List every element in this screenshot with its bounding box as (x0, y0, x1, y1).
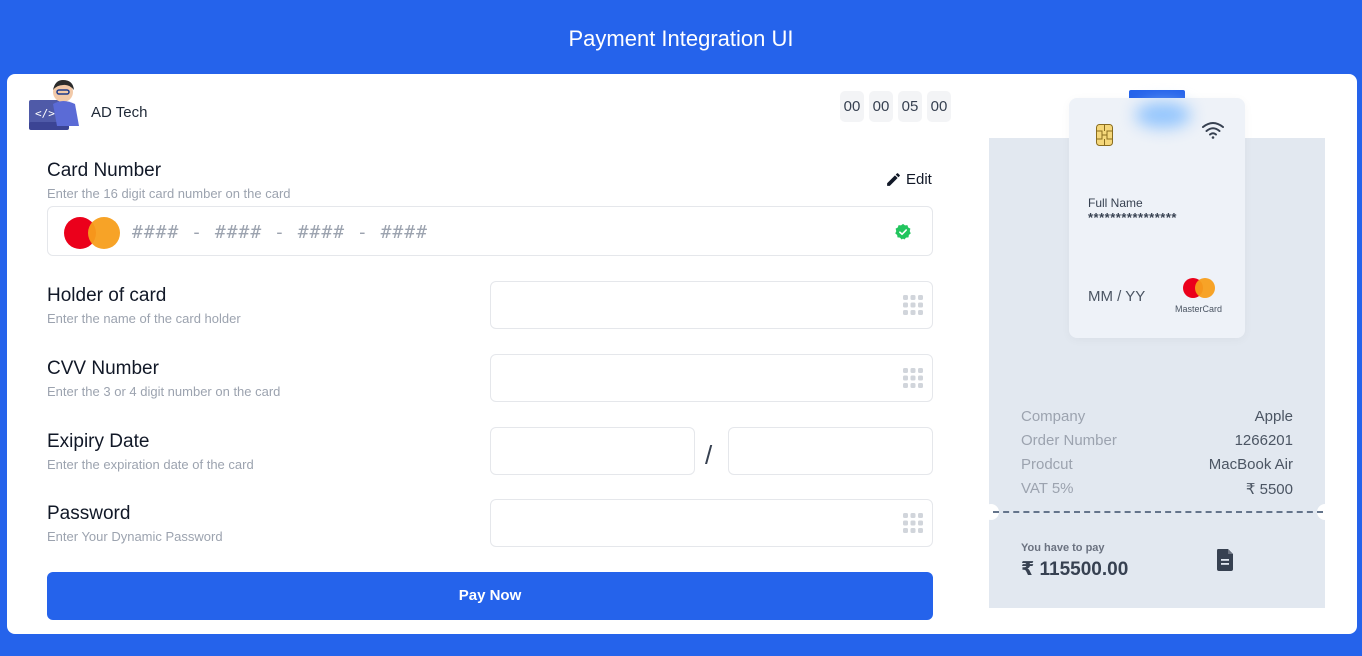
page-title: Payment Integration UI (568, 26, 794, 51)
brand-name: AD Tech (91, 104, 148, 121)
card-preview: Full Name **************** MM / YY Maste… (1069, 98, 1245, 338)
card-expiry-value: MM / YY (1088, 288, 1146, 305)
order-row: Prodcut MacBook Air (1021, 456, 1293, 473)
order-row: Order Number 1266201 (1021, 432, 1293, 449)
card-number-placeholder: #### - #### - #### - #### (132, 222, 428, 243)
order-key: Prodcut (1021, 456, 1073, 473)
order-key: VAT 5% (1021, 480, 1074, 497)
card-brand-label: MasterCard (1175, 304, 1223, 314)
holder-subtitle: Enter the name of the card holder (47, 311, 241, 326)
expiry-title: Exipiry Date (47, 431, 150, 452)
order-value: MacBook Air (1208, 456, 1293, 473)
document-icon[interactable] (1215, 548, 1235, 572)
order-value: ₹ 5500 (1245, 481, 1293, 498)
password-subtitle: Enter Your Dynamic Password (47, 529, 223, 544)
order-value: 1266201 (1234, 432, 1293, 449)
keypad-icon (903, 295, 923, 315)
card-name-value: **************** (1088, 210, 1177, 225)
order-value: Apple (1254, 408, 1293, 425)
cvv-title: CVV Number (47, 358, 159, 379)
expiry-separator: / (705, 440, 713, 470)
card-chip-icon (1096, 124, 1113, 146)
order-key: Order Number (1021, 432, 1117, 449)
timer-digit: 00 (869, 91, 893, 122)
countdown-timer: 00 00 05 00 (840, 91, 951, 122)
expiry-subtitle: Enter the expiration date of the card (47, 457, 254, 472)
wifi-icon (1202, 122, 1224, 139)
pay-now-button[interactable]: Pay Now (47, 572, 933, 620)
keypad-icon (903, 368, 923, 388)
card-slot-glow (1135, 102, 1191, 128)
password-title: Password (47, 503, 131, 524)
edit-label: Edit (906, 171, 932, 188)
order-key: Company (1021, 408, 1086, 425)
mastercard-logo-icon (1195, 278, 1215, 298)
edit-button[interactable]: Edit (885, 171, 932, 188)
expiry-year-input[interactable] (728, 427, 933, 475)
payment-panel: </> AD Tech 00 00 05 00 Card Number Ente… (7, 74, 1357, 634)
card-name-label: Full Name (1088, 196, 1143, 210)
cvv-subtitle: Enter the 3 or 4 digit number on the car… (47, 384, 281, 399)
card-number-title: Card Number (47, 160, 162, 181)
password-input[interactable] (490, 499, 933, 547)
total-label: You have to pay (1021, 542, 1105, 554)
expiry-month-input[interactable] (490, 427, 695, 475)
brand-logo-icon: </> (29, 80, 79, 130)
mastercard-logo-icon (88, 217, 120, 249)
holder-title: Holder of card (47, 285, 167, 306)
timer-digit: 00 (927, 91, 951, 122)
timer-digit: 00 (840, 91, 864, 122)
card-number-input[interactable]: #### - #### - #### - #### (47, 206, 933, 256)
timer-digit: 05 (898, 91, 922, 122)
cvv-input[interactable] (490, 354, 933, 402)
check-circle-icon (895, 223, 911, 240)
order-row: Company Apple (1021, 408, 1293, 425)
card-number-subtitle: Enter the 16 digit card number on the ca… (47, 186, 291, 201)
receipt-divider (993, 511, 1323, 513)
svg-text:</>: </> (35, 107, 55, 120)
order-row: VAT 5% ₹ 5500 (1021, 480, 1293, 498)
keypad-icon (903, 513, 923, 533)
total-amount: ₹ 115500.00 (1021, 559, 1129, 580)
holder-input[interactable] (490, 281, 933, 329)
pencil-icon (887, 173, 900, 186)
